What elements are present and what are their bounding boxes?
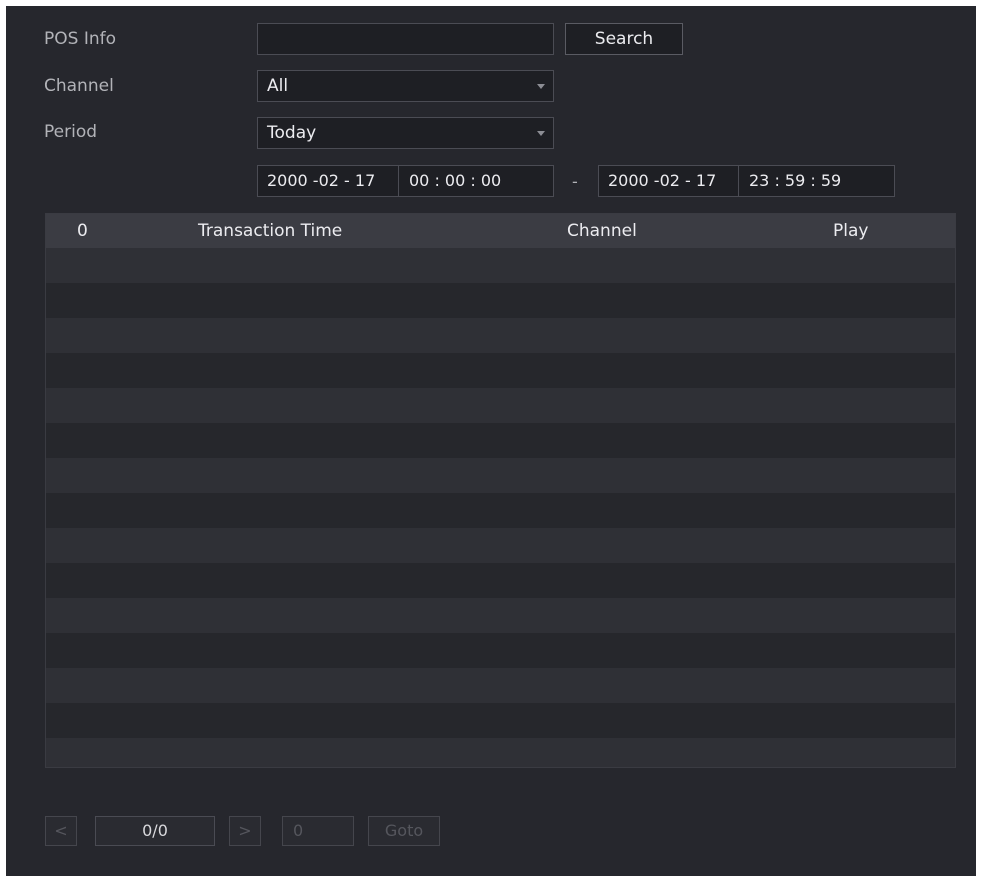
end-date-input[interactable]: 2000 -02 - 17 (608, 166, 716, 196)
column-header-channel: Channel (567, 221, 637, 241)
channel-select[interactable]: All (257, 70, 554, 102)
table-row (46, 703, 955, 738)
column-header-transaction-time: Transaction Time (198, 221, 343, 241)
table-row (46, 353, 955, 388)
table-row (46, 493, 955, 528)
results-table: 0 Transaction Time Channel Play (45, 213, 956, 768)
search-button[interactable]: Search (565, 23, 683, 55)
prev-page-button[interactable]: < (45, 816, 77, 846)
table-header: 0 Transaction Time Channel Play (46, 214, 955, 248)
pos-search-panel: POS Info Search Channel All Period Today… (6, 6, 976, 876)
table-row (46, 283, 955, 318)
column-header-play: Play (833, 221, 869, 241)
channel-select-value: All (267, 76, 289, 96)
channel-label: Channel (44, 76, 114, 96)
start-date-input[interactable]: 2000 -02 - 17 (267, 166, 375, 196)
table-row (46, 633, 955, 668)
table-row (46, 563, 955, 598)
divider (398, 166, 399, 196)
period-label: Period (44, 122, 98, 142)
table-row (46, 248, 955, 283)
divider (738, 166, 739, 196)
start-time-input[interactable]: 00 : 00 : 00 (409, 166, 501, 196)
period-select-value: Today (267, 123, 317, 143)
pos-info-label: POS Info (44, 29, 117, 49)
chevron-down-icon (537, 84, 545, 89)
page-indicator: 0/0 (95, 816, 215, 846)
chevron-down-icon (537, 131, 545, 136)
table-row (46, 528, 955, 563)
goto-button[interactable]: Goto (368, 816, 440, 846)
start-datetime: 2000 -02 - 17 00 : 00 : 00 (257, 165, 554, 197)
table-row (46, 738, 955, 767)
table-row (46, 668, 955, 703)
table-row (46, 423, 955, 458)
end-time-input[interactable]: 23 : 59 : 59 (749, 166, 841, 196)
column-header-select-all[interactable]: 0 (77, 214, 88, 248)
end-datetime: 2000 -02 - 17 23 : 59 : 59 (598, 165, 895, 197)
table-row (46, 318, 955, 353)
pos-info-input[interactable] (257, 23, 554, 55)
goto-page-input[interactable]: 0 (282, 816, 354, 846)
table-row (46, 598, 955, 633)
period-select[interactable]: Today (257, 117, 554, 149)
next-page-button[interactable]: > (229, 816, 261, 846)
range-separator: - (572, 172, 578, 191)
table-row (46, 458, 955, 493)
table-row (46, 388, 955, 423)
